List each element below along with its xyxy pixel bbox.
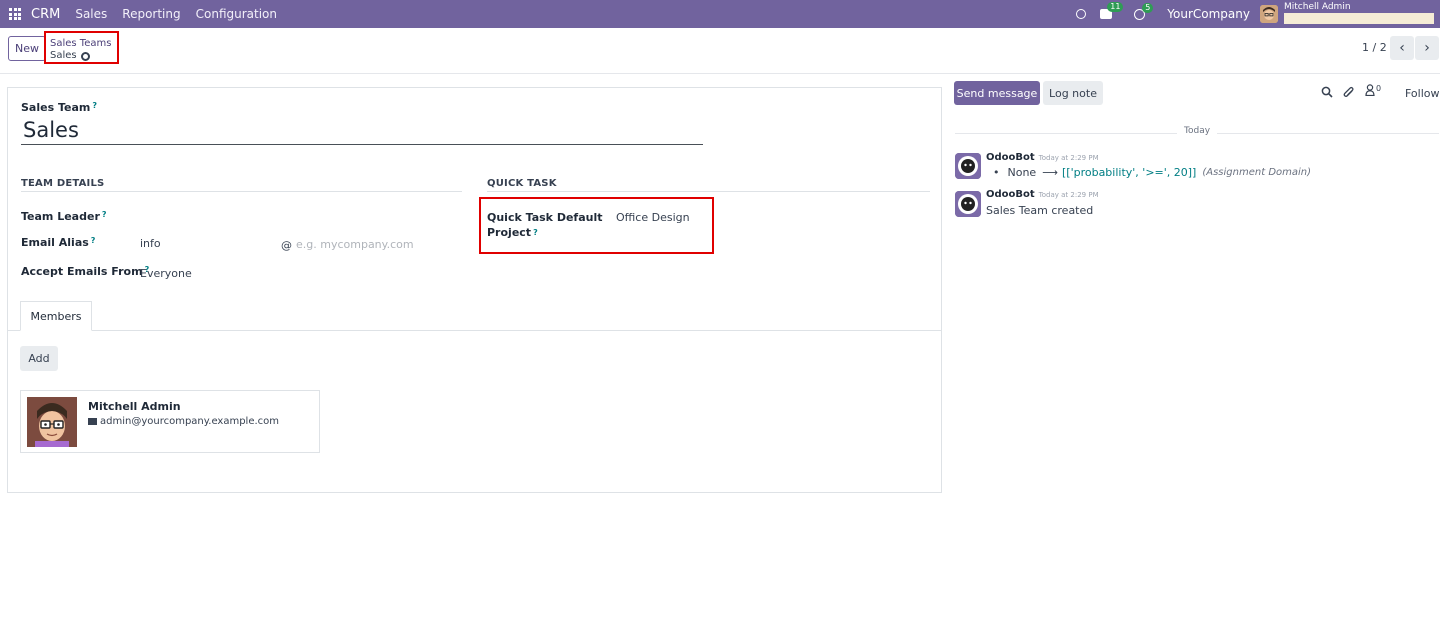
breadcrumb-current: Sales [50,50,117,62]
tracking-old-value: None [1007,166,1037,179]
activities-clock-icon[interactable]: 5 [1134,2,1154,20]
menu-reporting[interactable]: Reporting [122,7,180,21]
message-author-name: OdooBot [986,152,1035,163]
member-name: Mitchell Admin [88,400,181,413]
quick-task-label-line1: Quick Task Default [487,211,603,224]
send-message-button[interactable]: Send message [954,81,1040,105]
date-separator-line-left [955,133,1177,134]
pager-next-button[interactable]: › [1415,36,1439,60]
database-name-bar [1284,13,1434,24]
alias-at-sign: @ [281,239,292,252]
followers-button[interactable]: 0 [1365,84,1381,96]
team-details-divider [21,191,462,192]
date-separator-label: Today [1184,126,1211,136]
chevron-left-icon: ‹ [1399,40,1405,56]
team-leader-field[interactable] [139,206,449,226]
breadcrumb: Sales Teams Sales [44,31,119,64]
accept-emails-label-text: Accept Emails From [21,265,143,278]
new-button[interactable]: New [8,36,46,61]
pager-value[interactable]: 1 / 2 [1362,41,1387,54]
gear-icon[interactable] [80,51,90,61]
breadcrumb-sales-teams[interactable]: Sales Teams [50,38,117,50]
menu-configuration[interactable]: Configuration [196,7,277,21]
follow-button[interactable]: Follow [1405,87,1440,100]
activities-count-badge: 5 [1142,2,1154,13]
tracking-value-line: • None ⟶ [['probability', '>=', 20]] (As… [993,166,1311,179]
accept-emails-select[interactable]: Everyone [140,267,192,280]
message-timestamp: Today at 2:29 PM [1038,191,1099,199]
menu-sales[interactable]: Sales [75,7,107,21]
notebook-divider [8,330,941,331]
alias-domain-input[interactable]: e.g. mycompany.com [296,238,414,251]
sales-team-label: Sales Team? [21,101,97,114]
sales-team-name-input[interactable]: Sales [21,118,703,145]
paperclip-icon[interactable] [1343,86,1355,99]
envelope-icon [88,418,97,425]
date-separator-line-right [1217,133,1439,134]
app-name-link[interactable]: CRM [31,7,60,22]
add-member-button[interactable]: Add [20,346,58,371]
arrow-right-icon: ⟶ [1042,166,1058,179]
team-leader-label-text: Team Leader [21,210,100,223]
debug-bug-icon[interactable] [1076,9,1087,19]
date-separator: Today [955,126,1440,140]
quick-task-project-field[interactable]: Office Design [616,211,690,224]
user-avatar[interactable] [1260,5,1278,23]
help-icon[interactable]: ? [92,101,97,110]
tab-members[interactable]: Members [20,301,92,331]
user-name: Mitchell Admin [1284,2,1351,12]
bullet-icon: • [993,166,1000,179]
quick-task-project-label: Quick Task Default Project? [487,210,602,240]
member-email-line: admin@yourcompany.example.com [88,416,279,427]
quick-task-label-line2: Project [487,226,532,239]
odoobot-avatar[interactable] [955,153,981,179]
messages-icon[interactable]: 11 [1100,2,1124,19]
accept-emails-label: Accept Emails From? [21,265,149,278]
quick-task-title: QUICK TASK [487,178,557,189]
user-icon [1365,84,1375,96]
tracking-field-name: (Assignment Domain) [1202,167,1312,178]
quick-task-divider [487,191,930,192]
search-icon[interactable] [1321,86,1333,98]
chevron-right-icon: › [1424,40,1430,56]
team-details-title: TEAM DETAILS [21,178,105,189]
help-icon[interactable]: ? [91,236,96,245]
message-author: OdooBot Today at 2:29 PM [986,189,1099,200]
member-card[interactable]: Mitchell Admin admin@yourcompany.example… [20,390,320,453]
top-navbar: CRM Sales Reporting Configuration 11 5 Y… [0,0,1440,28]
messages-count-badge: 11 [1107,2,1124,12]
message-timestamp: Today at 2:29 PM [1038,154,1099,162]
odoobot-avatar[interactable] [955,191,981,217]
company-switcher[interactable]: YourCompany [1167,7,1250,21]
email-alias-label: Email Alias? [21,236,95,249]
log-note-button[interactable]: Log note [1043,81,1103,105]
email-alias-label-text: Email Alias [21,236,89,249]
sales-team-label-text: Sales Team [21,101,91,114]
pager-previous-button[interactable]: ‹ [1390,36,1414,60]
help-icon[interactable]: ? [533,228,538,237]
message-author: OdooBot Today at 2:29 PM [986,152,1099,163]
tracking-new-value: [['probability', '>=', 20]] [1061,166,1197,179]
help-icon[interactable]: ? [102,210,107,219]
form-sheet: Sales Team? Sales TEAM DETAILS QUICK TAS… [7,87,942,493]
user-menu[interactable]: Mitchell Admin [1284,2,1436,26]
app-grid-icon[interactable] [9,8,21,20]
message-author-name: OdooBot [986,189,1035,200]
control-panel: New Sales Teams Sales 1 / 2 ‹ › [0,28,1440,74]
breadcrumb-current-label: Sales [50,50,77,61]
member-avatar [27,397,77,447]
followers-count: 0 [1376,84,1382,93]
email-alias-input[interactable]: info [140,237,161,250]
message-body: Sales Team created [986,204,1094,217]
team-leader-label: Team Leader? [21,210,107,223]
member-email: admin@yourcompany.example.com [100,416,280,427]
